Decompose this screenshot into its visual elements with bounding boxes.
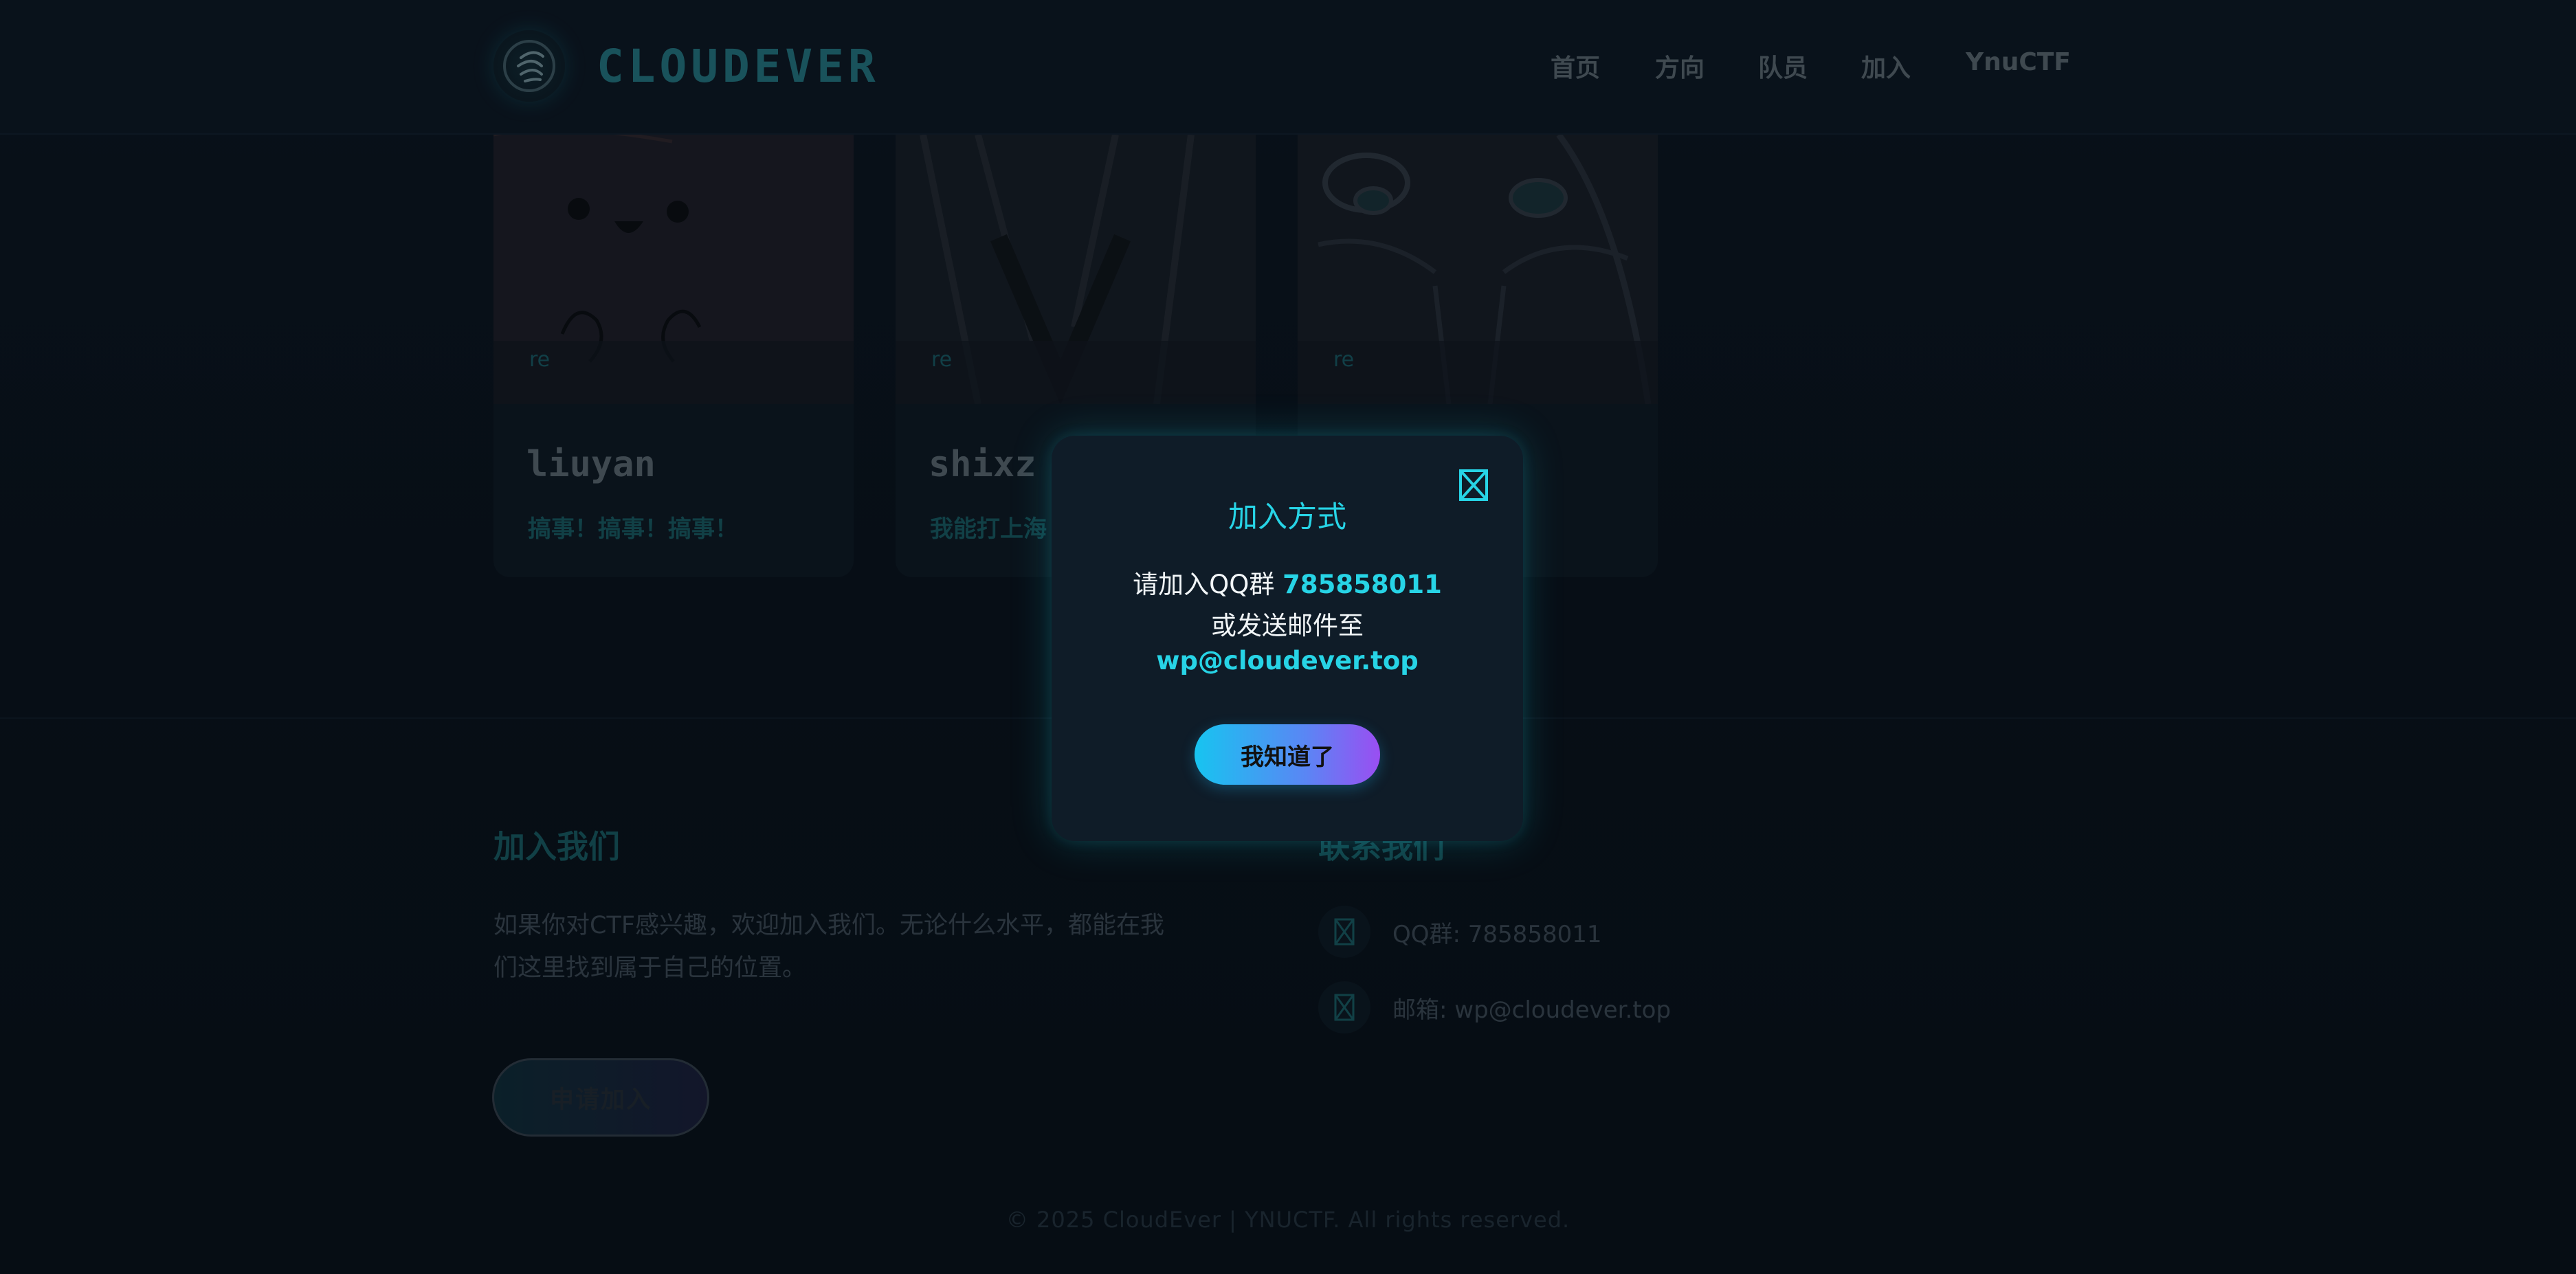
modal-email-intro: 或发送邮件至 <box>1211 611 1364 640</box>
modal-qq-line: 请加入QQ群 785858011 <box>1052 563 1523 601</box>
modal-qq-number: 785858011 <box>1283 570 1442 599</box>
modal-email[interactable]: wp@cloudever.top <box>1052 646 1523 675</box>
acknowledge-button[interactable]: 我知道了 <box>1195 724 1380 785</box>
modal-qq-prefix: 请加入QQ群 <box>1133 570 1283 599</box>
join-modal: 加入方式 请加入QQ群 785858011 或发送邮件至 wp@cloudeve… <box>1052 436 1523 841</box>
modal-title: 加入方式 <box>1228 500 1346 535</box>
